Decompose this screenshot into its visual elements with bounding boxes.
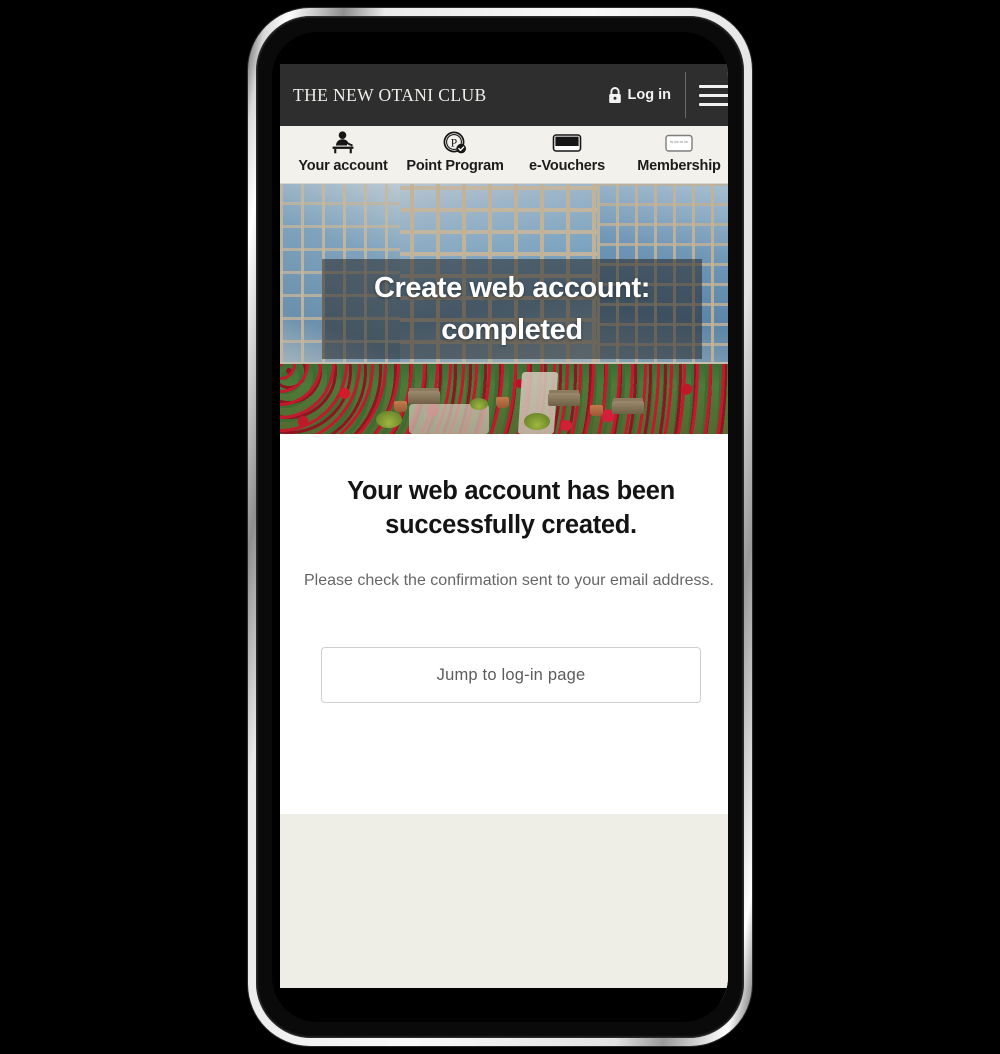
nav-label: Membership <box>637 158 721 174</box>
nav-item-e-vouchers[interactable]: e-Vouchers <box>511 131 623 174</box>
site-footer: Benefits Regulations FAQ Privacy Policy <box>280 988 728 1002</box>
person-at-desk-icon <box>329 131 357 155</box>
page-title: Your web account has been successfully c… <box>304 474 718 542</box>
voucher-card-icon <box>551 131 583 155</box>
header-right-controls: Log in <box>608 64 728 126</box>
nav-label: Your account <box>298 158 388 174</box>
phone-screen: THE NEW OTANI CLUB Log in Your account P… <box>280 64 728 1002</box>
garden-bench <box>548 393 580 406</box>
garden-planter <box>590 405 603 416</box>
site-logo[interactable]: THE NEW OTANI CLUB <box>293 85 487 106</box>
login-label: Log in <box>627 87 672 103</box>
login-button[interactable]: Log in <box>608 86 686 104</box>
hero-title-line2: completed <box>441 314 583 346</box>
nav-label: Point Program <box>406 158 504 174</box>
garden-bench <box>612 401 644 414</box>
nav-label: e-Vouchers <box>529 158 605 174</box>
secondary-section <box>280 814 728 988</box>
page-title-line2: successfully created. <box>385 511 637 540</box>
svg-text:P: P <box>451 138 457 150</box>
jump-to-login-button[interactable]: Jump to log-in page <box>321 647 701 704</box>
nav-item-your-account[interactable]: Your account <box>287 131 399 174</box>
hero-title-overlay: Create web account: completed <box>322 259 702 359</box>
garden-shrub <box>470 398 488 410</box>
garden-shrub <box>376 411 402 428</box>
site-header: THE NEW OTANI CLUB Log in <box>280 64 728 126</box>
hero-title: Create web account: completed <box>374 267 650 351</box>
hero-banner: Create web account: completed <box>280 184 728 434</box>
hamburger-line <box>699 93 728 97</box>
nav-item-membership[interactable]: Membership <box>623 131 728 174</box>
confirmation-message: Please check the confirmation sent to yo… <box>304 572 714 590</box>
cta-container: Jump to log-in page <box>304 647 718 704</box>
phone-device-frame: THE NEW OTANI CLUB Log in Your account P… <box>248 8 752 1046</box>
garden-planter <box>394 401 407 412</box>
hamburger-line <box>699 102 728 106</box>
icon-nav-bar: Your account P Point Program e-Vouchers … <box>280 126 728 184</box>
page-title-line1: Your web account has been <box>347 477 675 505</box>
hamburger-line <box>699 84 728 88</box>
garden-shrub <box>524 413 550 430</box>
membership-card-icon <box>663 131 695 155</box>
hero-title-line1: Create web account: <box>373 271 651 304</box>
main-content: Your web account has been successfully c… <box>280 434 728 814</box>
lock-icon <box>608 86 621 103</box>
nav-item-point-program[interactable]: P Point Program <box>399 131 511 174</box>
garden-planter <box>496 397 509 408</box>
hamburger-menu-icon[interactable] <box>686 64 728 126</box>
phone-inner-frame: THE NEW OTANI CLUB Log in Your account P… <box>256 16 744 1038</box>
phone-bezel: THE NEW OTANI CLUB Log in Your account P… <box>272 32 728 1022</box>
hero-rose-garden <box>280 364 728 434</box>
garden-bench <box>408 391 440 404</box>
p-circle-check-icon: P <box>442 131 468 155</box>
